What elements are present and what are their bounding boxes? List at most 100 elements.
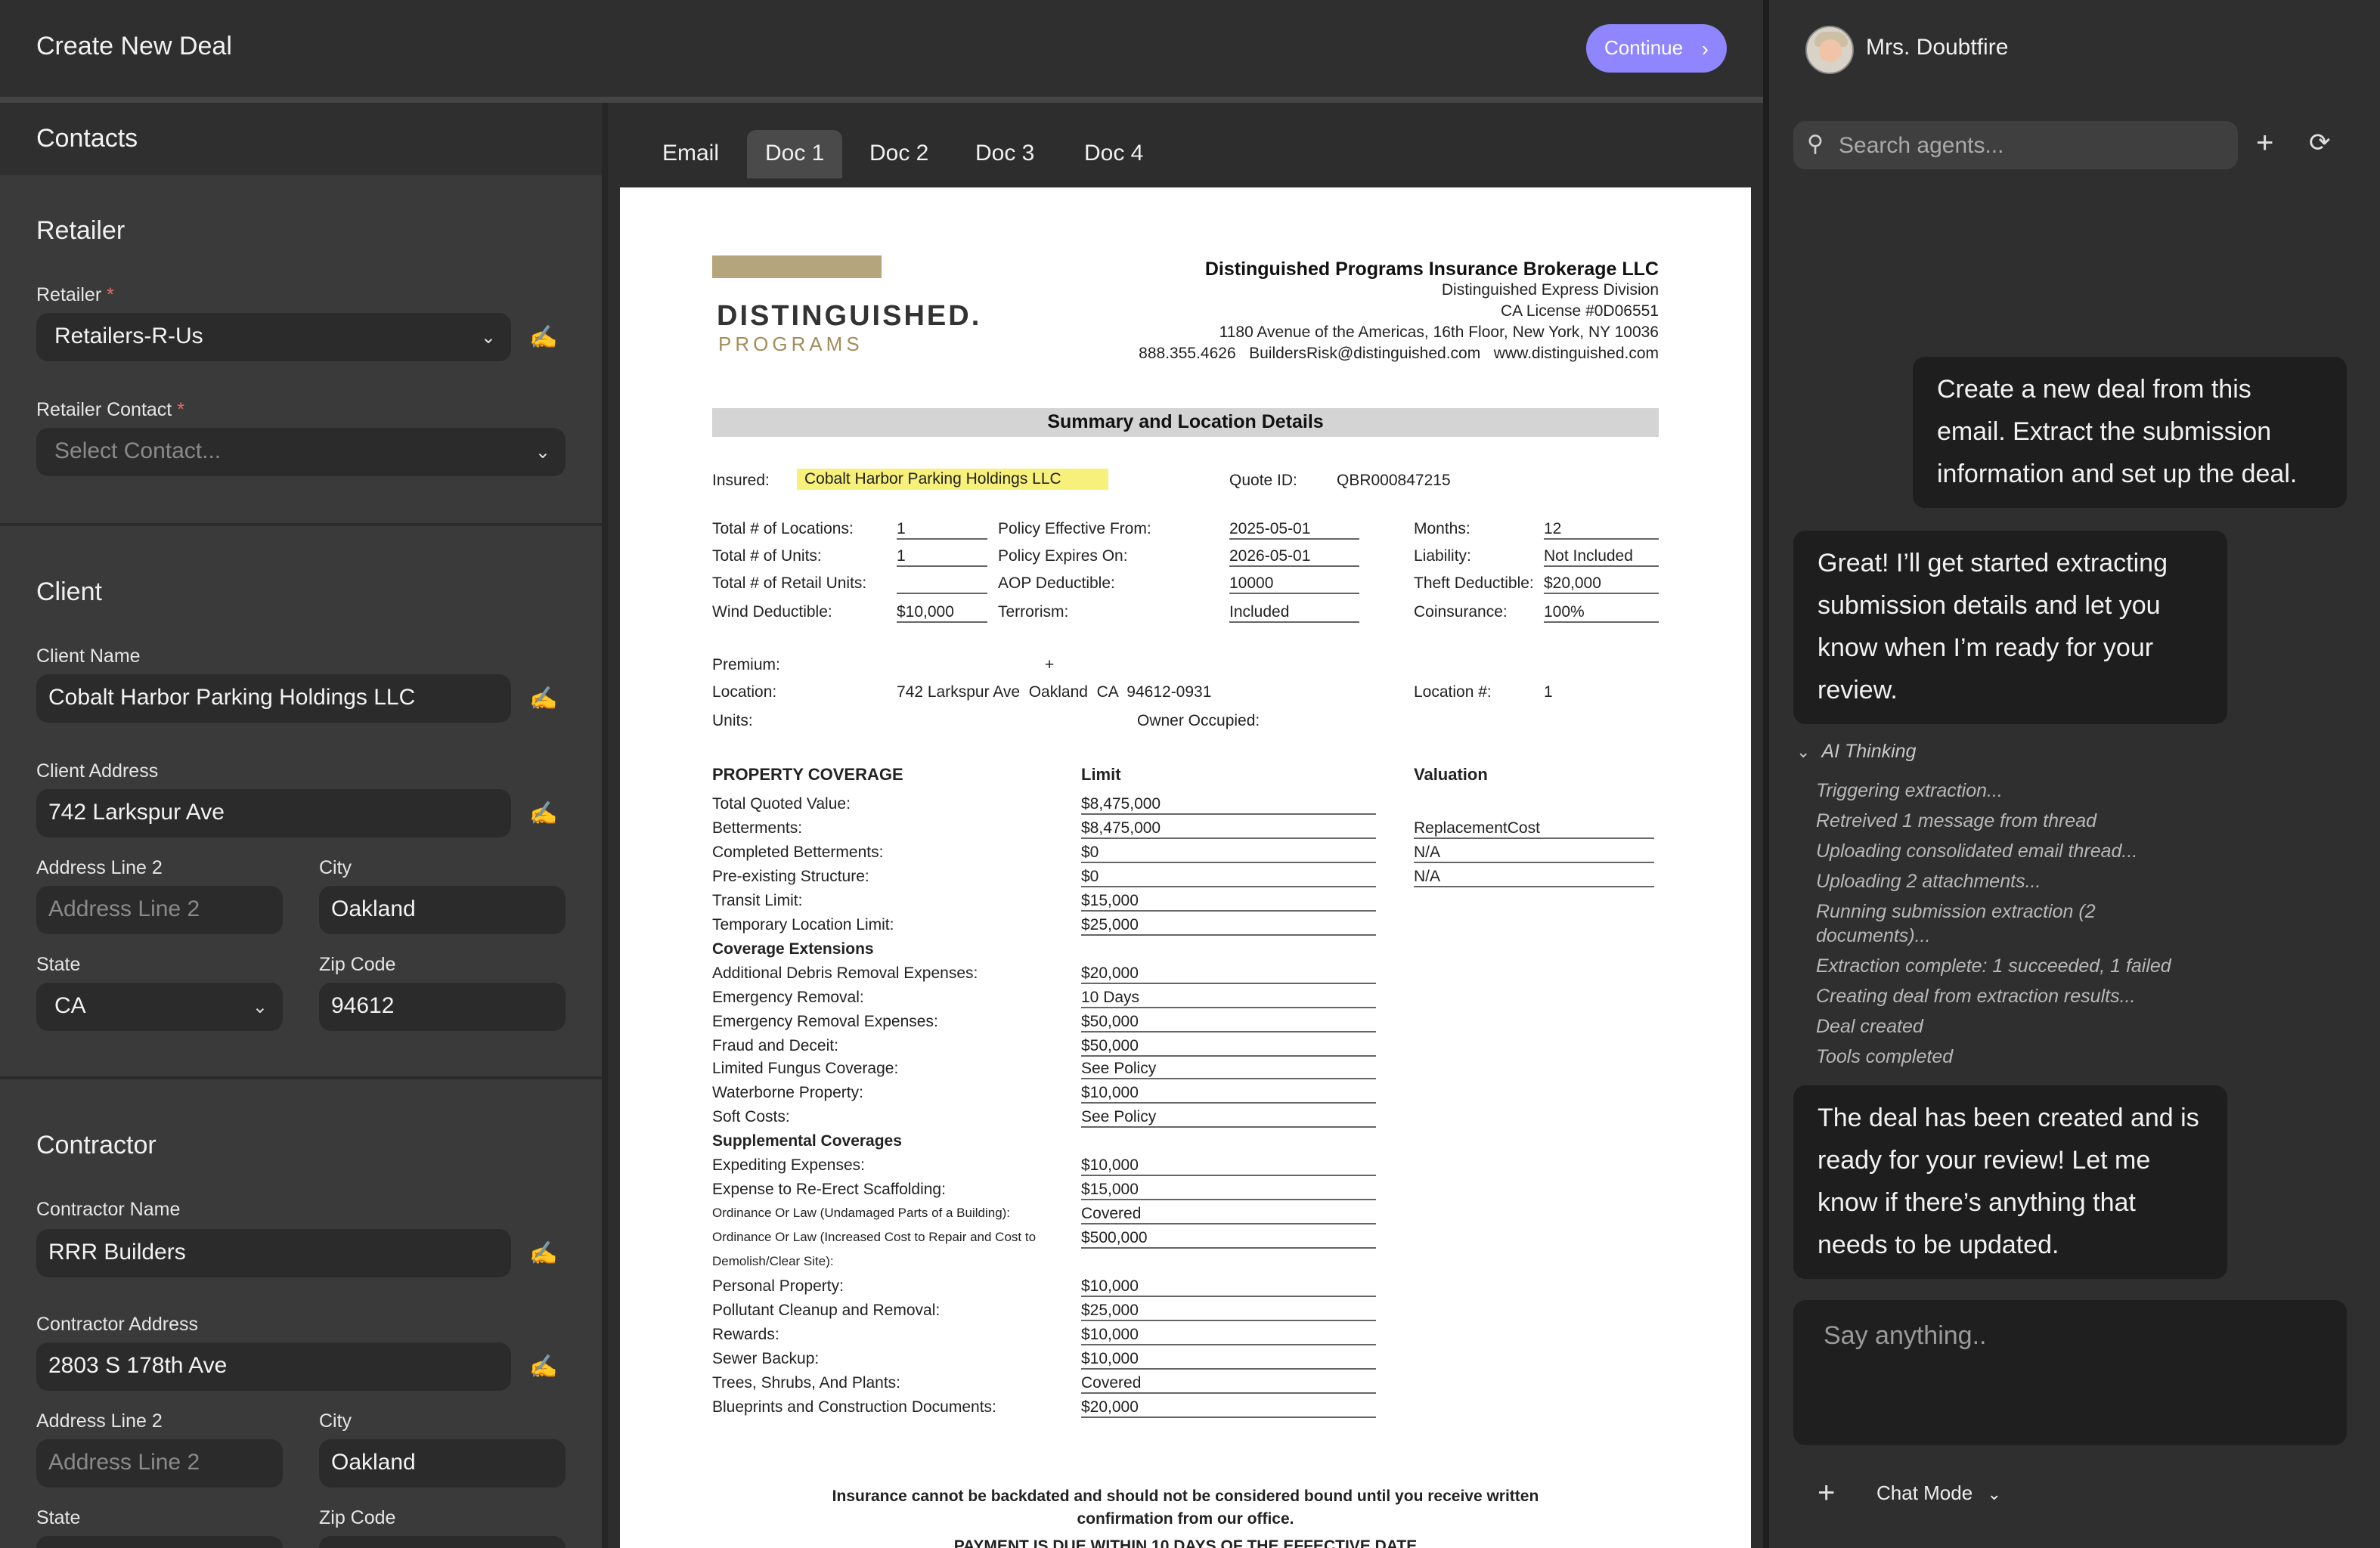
contractor-address-input[interactable]: 2803 S 178th Ave bbox=[36, 1342, 511, 1391]
client-address2-label: Address Line 2 bbox=[36, 857, 163, 878]
coverage-label: Emergency Removal Expenses: bbox=[712, 1012, 938, 1031]
location-value: 742 Larkspur Ave Oakland CA 94612-0931 bbox=[897, 683, 1212, 701]
chevron-down-icon: ⌄ bbox=[1796, 744, 1811, 762]
tab-doc-3[interactable]: Doc 3 bbox=[957, 130, 1052, 178]
section-divider bbox=[0, 523, 602, 526]
contractor-name-input[interactable]: RRR Builders bbox=[36, 1229, 511, 1277]
location-number-value: 1 bbox=[1544, 683, 1553, 701]
contacts-panel[interactable]: Contacts Retailer Retailer * Retailers-R… bbox=[0, 103, 602, 1548]
client-name-value: Cobalt Harbor Parking Holdings LLC bbox=[48, 685, 416, 711]
contractor-state-select[interactable] bbox=[36, 1536, 283, 1548]
header-divider bbox=[0, 97, 1763, 103]
search-input[interactable] bbox=[1839, 121, 2217, 169]
client-address2-input[interactable]: Address Line 2 bbox=[36, 886, 283, 934]
plus-icon[interactable]: + bbox=[2256, 127, 2273, 162]
coverage-label: Personal Property: bbox=[712, 1277, 844, 1296]
tab-doc-4[interactable]: Doc 4 bbox=[1066, 130, 1161, 178]
chevron-right-icon: › bbox=[1701, 36, 1709, 60]
contractor-city-input[interactable]: Oakland bbox=[319, 1439, 566, 1488]
chat-panel[interactable]: Mrs. Doubtfire ⚲ + ⟳ Create a new deal f… bbox=[1769, 0, 2380, 1548]
section-divider bbox=[0, 1076, 602, 1079]
coverage-limit: Covered bbox=[1081, 1374, 1376, 1394]
coverage-limit: $20,000 bbox=[1081, 964, 1376, 984]
client-city-input[interactable]: Oakland bbox=[319, 886, 566, 934]
pen-icon[interactable]: ✍ bbox=[529, 1240, 557, 1267]
contacts-title: Contacts bbox=[36, 124, 138, 153]
coverage-label: Sewer Backup: bbox=[712, 1349, 820, 1368]
contractor-name-label: Contractor Name bbox=[36, 1199, 181, 1220]
summary-label: Wind Deductible: bbox=[712, 603, 832, 621]
contractor-zip-input[interactable] bbox=[319, 1536, 566, 1548]
limit-header: Limit bbox=[1081, 766, 1121, 785]
company-address: 1180 Avenue of the Americas, 16th Floor,… bbox=[1219, 324, 1659, 342]
client-name-label: Client Name bbox=[36, 646, 141, 667]
coverage-label: Ordinance Or Law (Increased Cost to Repa… bbox=[712, 1229, 1037, 1245]
contractor-address2-input[interactable]: Address Line 2 bbox=[36, 1439, 283, 1488]
summary-value: 12 bbox=[1544, 520, 1659, 540]
ai-thinking-toggle[interactable]: ⌄ AI Thinking bbox=[1796, 741, 1916, 762]
continue-label: Continue bbox=[1604, 36, 1684, 59]
pen-icon[interactable]: ✍ bbox=[529, 324, 557, 351]
summary-value: $10,000 bbox=[897, 603, 987, 623]
client-address-label: Client Address bbox=[36, 760, 159, 782]
client-zip-label: Zip Code bbox=[319, 954, 396, 975]
summary-value: $20,000 bbox=[1544, 574, 1659, 594]
thinking-step: Triggering extraction... bbox=[1816, 780, 2003, 801]
thinking-step: Uploading consolidated email thread... bbox=[1816, 841, 2138, 862]
coverage-subheader: Supplemental Coverages bbox=[712, 1132, 902, 1151]
chevron-down-icon: ⌄ bbox=[535, 441, 550, 463]
summary-label: Theft Deductible: bbox=[1414, 574, 1534, 593]
coverage-limit: $15,000 bbox=[1081, 892, 1376, 912]
message-input[interactable] bbox=[1793, 1300, 2347, 1445]
retailer-select[interactable]: Retailers-R-Us ⌄ bbox=[36, 313, 511, 361]
summary-value bbox=[897, 574, 987, 594]
panel-divider bbox=[1763, 0, 1769, 1548]
summary-title: Summary and Location Details bbox=[712, 408, 1659, 437]
agent-search[interactable]: ⚲ bbox=[1793, 121, 2238, 169]
coverage-limit: 10 Days bbox=[1081, 988, 1376, 1008]
thinking-step: Tools completed bbox=[1816, 1046, 1954, 1067]
quote-id-value: QBR000847215 bbox=[1337, 472, 1451, 490]
tab-doc-2[interactable]: Doc 2 bbox=[851, 130, 947, 178]
tab-email[interactable]: Email bbox=[644, 130, 737, 178]
summary-label: Terrorism: bbox=[998, 603, 1069, 621]
coverage-label: Transit Limit: bbox=[712, 891, 803, 910]
continue-button[interactable]: Continue › bbox=[1586, 24, 1727, 73]
coverage-limit: $15,000 bbox=[1081, 1181, 1376, 1201]
assistant-message: The deal has been created and is ready f… bbox=[1793, 1085, 2227, 1279]
tab-doc-1[interactable]: Doc 1 bbox=[747, 130, 843, 178]
coverage-limit: $0 bbox=[1081, 868, 1376, 887]
pen-icon[interactable]: ✍ bbox=[529, 800, 557, 827]
insured-value: Cobalt Harbor Parking Holdings LLC bbox=[797, 469, 1108, 490]
coverage-limit: $10,000 bbox=[1081, 1350, 1376, 1370]
chevron-down-icon: ⌄ bbox=[480, 327, 496, 348]
coverage-limit: $0 bbox=[1081, 844, 1376, 863]
chat-mode-select[interactable]: Chat Mode ⌄ bbox=[1876, 1481, 2001, 1504]
units-label: Units: bbox=[712, 712, 753, 730]
chat-composer[interactable] bbox=[1793, 1300, 2347, 1445]
summary-label: Months: bbox=[1414, 520, 1470, 538]
coverage-label: Expediting Expenses: bbox=[712, 1156, 865, 1175]
plus-icon[interactable]: + bbox=[1818, 1477, 1835, 1512]
client-state-select[interactable]: CA ⌄ bbox=[36, 983, 283, 1031]
avatar[interactable] bbox=[1805, 26, 1854, 74]
client-zip-input[interactable]: 94612 bbox=[319, 983, 566, 1031]
coverage-label: Betterments: bbox=[712, 819, 803, 837]
contractor-name-value: RRR Builders bbox=[48, 1240, 186, 1265]
coverage-limit: $50,000 bbox=[1081, 1012, 1376, 1033]
summary-label: Liability: bbox=[1414, 547, 1471, 565]
contacts-header: Contacts bbox=[0, 103, 602, 175]
history-icon[interactable]: ⟳ bbox=[2309, 128, 2331, 159]
retailer-label: Retailer * bbox=[36, 284, 114, 305]
summary-label: Policy Expires On: bbox=[998, 547, 1128, 565]
pen-icon[interactable]: ✍ bbox=[529, 685, 557, 712]
retailer-contact-select[interactable]: Select Contact... ⌄ bbox=[36, 428, 566, 476]
document-panel[interactable]: Email Doc 1 Doc 2 Doc 3 Doc 4 DISTINGUIS… bbox=[608, 103, 1763, 1548]
retailer-contact-placeholder: Select Contact... bbox=[54, 438, 222, 464]
client-name-input[interactable]: Cobalt Harbor Parking Holdings LLC bbox=[36, 674, 511, 723]
client-address-input[interactable]: 742 Larkspur Ave bbox=[36, 789, 511, 837]
coverage-limit: $10,000 bbox=[1081, 1085, 1376, 1104]
contractor-zip-label: Zip Code bbox=[319, 1507, 396, 1528]
pen-icon[interactable]: ✍ bbox=[529, 1353, 557, 1380]
client-city-value: Oakland bbox=[331, 896, 416, 922]
